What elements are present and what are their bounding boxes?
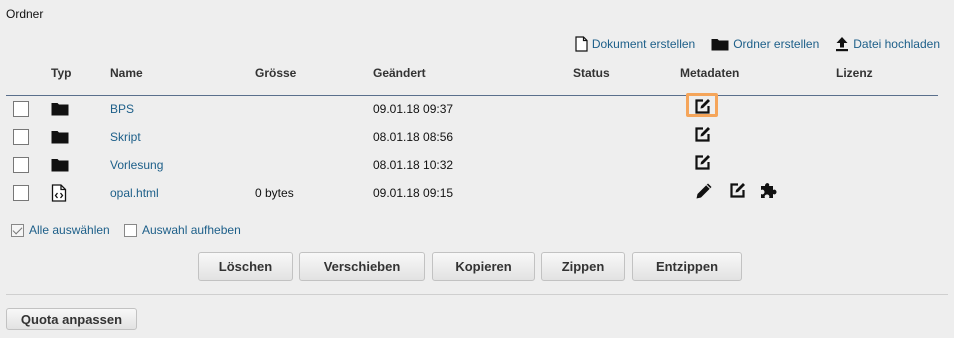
file-name-link[interactable]: Vorlesung [110, 158, 163, 172]
create-document-link[interactable]: Dokument erstellen [575, 36, 695, 52]
file-size: 0 bytes [255, 186, 294, 200]
row-checkbox[interactable] [13, 185, 29, 201]
move-button[interactable]: Verschieben [299, 252, 425, 281]
puzzle-icon[interactable] [759, 180, 779, 203]
document-icon [575, 36, 588, 52]
file-name-link[interactable]: BPS [110, 102, 134, 116]
toolbar: Dokument erstellen Ordner erstellen Date… [559, 36, 940, 52]
row-checkbox[interactable] [13, 129, 29, 145]
file-modified: 09.01.18 09:37 [373, 102, 454, 116]
table-row: Vorlesung 08.01.18 10:32 [0, 151, 954, 179]
folder-icon [51, 156, 69, 175]
select-all[interactable]: Alle auswählen [11, 223, 110, 237]
file-modified: 08.01.18 10:32 [373, 158, 454, 172]
folder-icon [51, 128, 69, 147]
pencil-icon[interactable] [695, 182, 713, 203]
quota-button[interactable]: Quota anpassen [6, 308, 137, 330]
delete-button[interactable]: Löschen [198, 252, 293, 281]
header-type[interactable]: Typ [51, 66, 71, 80]
upload-file-label: Datei hochladen [853, 37, 940, 51]
section-divider [6, 294, 948, 295]
deselect-all[interactable]: Auswahl aufheben [124, 223, 241, 237]
table-row: Skript 08.01.18 08:56 [0, 123, 954, 151]
table-row: BPS 09.01.18 09:37 [0, 93, 954, 123]
select-all-label[interactable]: Alle auswählen [29, 223, 110, 237]
upload-file-link[interactable]: Datei hochladen [835, 36, 940, 52]
folder-icon [711, 39, 729, 51]
create-folder-link[interactable]: Ordner erstellen [711, 37, 819, 51]
edit-metadata-icon[interactable] [695, 98, 711, 117]
file-name-link[interactable]: opal.html [110, 186, 159, 200]
file-name-link[interactable]: Skript [110, 130, 141, 144]
upload-icon [836, 37, 849, 52]
row-checkbox[interactable] [13, 157, 29, 173]
file-modified: 08.01.18 08:56 [373, 130, 454, 144]
header-modified[interactable]: Geändert [373, 66, 426, 80]
header-name[interactable]: Name [110, 66, 143, 80]
copy-button[interactable]: Kopieren [432, 252, 535, 281]
deselect-checkbox[interactable] [124, 223, 137, 237]
edit-metadata-icon[interactable] [730, 182, 746, 201]
create-document-label: Dokument erstellen [591, 37, 696, 51]
edit-metadata-icon[interactable] [695, 126, 711, 145]
header-license: Lizenz [836, 66, 873, 80]
header-status[interactable]: Status [573, 66, 610, 80]
create-folder-label: Ordner erstellen [733, 37, 820, 51]
header-size[interactable]: Grösse [255, 66, 296, 80]
zip-button[interactable]: Zippen [541, 252, 625, 281]
folder-icon [51, 100, 69, 119]
header-metadata: Metadaten [680, 66, 740, 80]
edit-metadata-icon[interactable] [695, 154, 711, 173]
file-modified: 09.01.18 09:15 [373, 186, 454, 200]
select-all-checkbox[interactable] [11, 223, 24, 237]
table-row: opal.html 0 bytes 09.01.18 09:15 [0, 179, 954, 207]
deselect-label[interactable]: Auswahl aufheben [142, 223, 241, 237]
page-title: Ordner [6, 7, 44, 21]
html-file-icon [51, 184, 67, 205]
row-checkbox[interactable] [13, 101, 29, 117]
unzip-button[interactable]: Entzippen [632, 252, 742, 281]
